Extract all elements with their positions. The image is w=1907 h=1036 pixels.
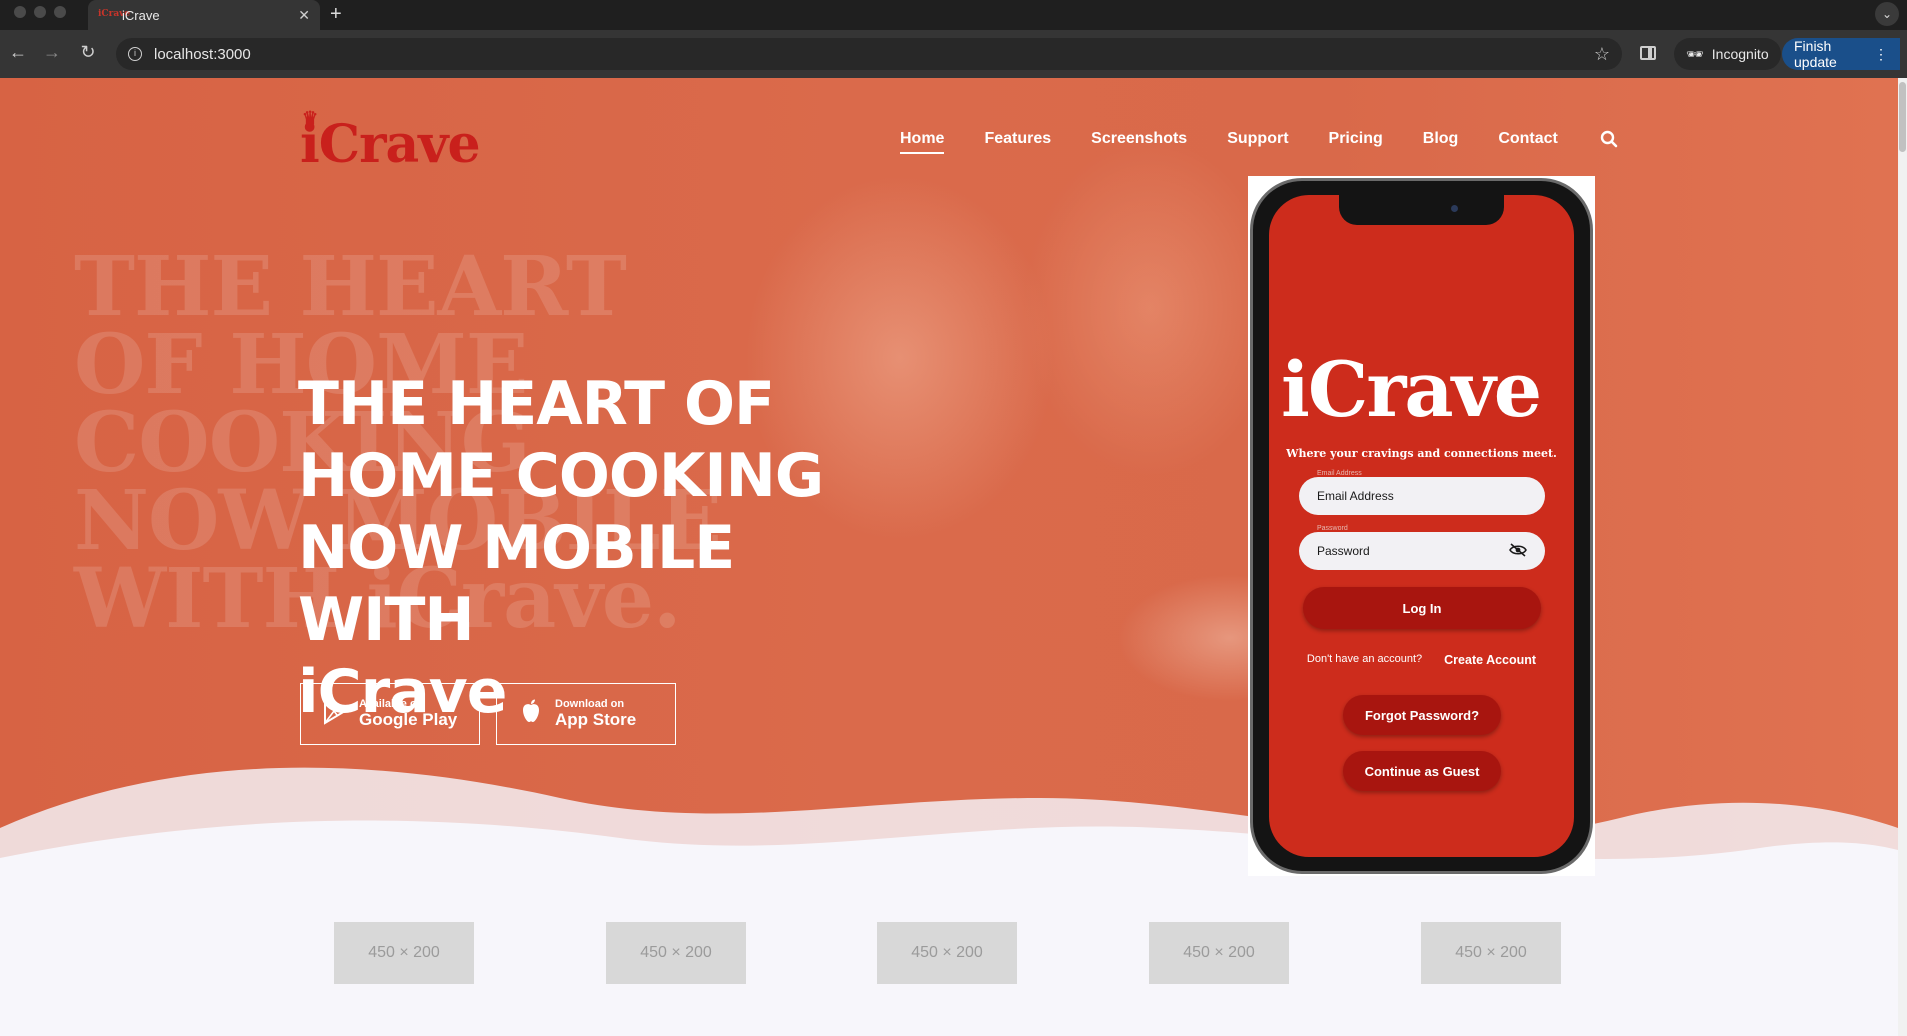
browser-tab[interactable]: iCrave iCrave ✕: [88, 0, 320, 30]
no-account-text: Don't have an account?: [1306, 653, 1423, 665]
site-info-icon[interactable]: i: [128, 47, 142, 61]
tab-favicon: iCrave: [98, 9, 131, 19]
password-field-placeholder: Password: [1317, 544, 1370, 558]
nav-support[interactable]: Support: [1227, 130, 1288, 154]
google-play-small: Available on: [359, 698, 424, 710]
incognito-icon: 🕶: [1686, 45, 1704, 62]
tab-close-icon[interactable]: ✕: [298, 7, 310, 24]
google-play-button[interactable]: Available on Google Play: [300, 683, 480, 745]
phone-notch: [1339, 195, 1504, 225]
app-store-small: Download on: [555, 698, 625, 710]
placeholder-image: 450 × 200: [1149, 922, 1289, 984]
kebab-menu-icon[interactable]: ⋮: [1874, 46, 1888, 63]
incognito-label: Incognito: [1711, 46, 1769, 62]
email-field[interactable]: Email Address Email Address: [1299, 470, 1545, 515]
minimize-window-dot[interactable]: [34, 6, 46, 18]
placeholder-image: 450 × 200: [334, 922, 474, 984]
forgot-password-button[interactable]: Forgot Password?: [1343, 695, 1501, 735]
ghost-line: THE HEART: [74, 239, 627, 335]
address-bar[interactable]: i localhost:3000 ☆: [116, 38, 1622, 70]
nav-contact[interactable]: Contact: [1498, 130, 1558, 154]
search-icon[interactable]: [1600, 130, 1618, 154]
close-window-dot[interactable]: [14, 6, 26, 18]
forward-icon[interactable]: →: [40, 42, 64, 63]
browser-toolbar: ← → ↻ i localhost:3000 ☆ 🕶 Incognito Fin…: [0, 30, 1907, 78]
scrollbar-thumb[interactable]: [1899, 82, 1906, 152]
app-logo: iCrave: [1281, 345, 1542, 434]
nav-blog[interactable]: Blog: [1423, 130, 1459, 154]
password-field[interactable]: Password Password: [1299, 525, 1545, 570]
phone-frame: iCrave Where your cravings and connectio…: [1250, 178, 1593, 874]
back-icon[interactable]: ←: [6, 42, 30, 63]
browser-tab-bar: iCrave iCrave ✕ + ⌄: [0, 0, 1907, 30]
site-logo-text: iCrave: [300, 114, 481, 175]
hero-headline: THE HEART OF HOME COOKING NOW MOBILE WIT…: [298, 368, 918, 728]
create-account-link[interactable]: Create Account: [1444, 653, 1536, 667]
page-scrollbar[interactable]: [1898, 78, 1907, 1036]
password-field-label: Password: [1317, 525, 1348, 532]
chef-hat-icon: ♛: [302, 108, 318, 129]
main-nav: Home Features Screenshots Support Pricin…: [900, 130, 1618, 154]
headline-line: THE HEART OF: [298, 369, 775, 439]
tab-title: iCrave: [122, 7, 160, 23]
phone-mockup: iCrave Where your cravings and connectio…: [1248, 176, 1595, 876]
nav-pricing[interactable]: Pricing: [1329, 130, 1383, 154]
nav-screenshots[interactable]: Screenshots: [1091, 130, 1187, 154]
email-field-placeholder: Email Address: [1317, 489, 1394, 503]
hero-wave-divider: [0, 767, 1898, 918]
side-panel-icon[interactable]: [1640, 46, 1656, 60]
app-store-button[interactable]: Download on App Store: [496, 683, 676, 745]
email-field-label: Email Address: [1317, 470, 1362, 477]
placeholder-image: 450 × 200: [1421, 922, 1561, 984]
maximize-window-dot[interactable]: [54, 6, 66, 18]
eye-off-icon[interactable]: [1509, 542, 1527, 560]
continue-guest-button[interactable]: Continue as Guest: [1343, 751, 1501, 791]
bookmark-star-icon[interactable]: ☆: [1594, 44, 1610, 65]
placeholder-image: 450 × 200: [877, 922, 1017, 984]
placeholder-image: 450 × 200: [606, 922, 746, 984]
tab-search-icon[interactable]: ⌄: [1875, 2, 1899, 26]
new-tab-button[interactable]: +: [330, 3, 342, 26]
finish-update-label: Finish update: [1794, 38, 1837, 70]
headline-line: NOW MOBILE WITH: [298, 513, 735, 655]
apple-icon: [517, 698, 545, 731]
nav-features[interactable]: Features: [984, 130, 1051, 154]
account-row: Don't have an account? Create Account: [1269, 653, 1574, 667]
phone-screen: iCrave Where your cravings and connectio…: [1269, 195, 1574, 857]
window-controls[interactable]: [14, 6, 66, 18]
incognito-indicator[interactable]: 🕶 Incognito: [1674, 38, 1781, 70]
app-tagline: Where your cravings and connections meet…: [1286, 447, 1557, 460]
nav-home[interactable]: Home: [900, 130, 945, 154]
page-viewport: THE HEART OF HOME COOKING NOW MOBILE WIT…: [0, 78, 1907, 1036]
google-play-big: Google Play: [359, 710, 458, 729]
site-logo[interactable]: ♛ iCrave: [300, 108, 481, 175]
login-button[interactable]: Log In: [1303, 587, 1541, 629]
app-store-big: App Store: [555, 710, 637, 729]
reload-icon[interactable]: ↻: [76, 42, 100, 63]
url-text[interactable]: localhost:3000: [154, 46, 251, 63]
finish-update-button[interactable]: Finish update ⋮: [1782, 38, 1900, 70]
google-play-icon: [321, 696, 349, 732]
headline-line: HOME COOKING: [298, 441, 824, 511]
